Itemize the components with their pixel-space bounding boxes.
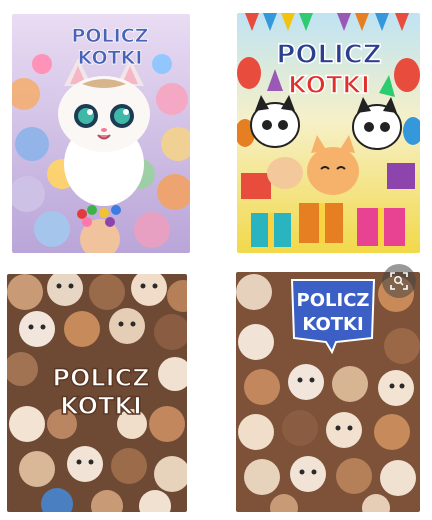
cover-title-line2: KOTKI	[60, 392, 142, 420]
coloring-book-cover-3[interactable]: POLICZ KOTKI	[7, 274, 187, 512]
cover-artwork: POLICZ KOTKI	[236, 272, 420, 512]
main-kitten	[58, 58, 150, 206]
cover-title-line2: KOTKI	[78, 47, 143, 69]
visual-search-icon	[390, 272, 408, 290]
cover-title-line1: POLICZ	[52, 364, 149, 392]
cover-title-line2: KOTKI	[288, 71, 370, 99]
cover-artwork: POLICZ KOTKI	[7, 274, 187, 512]
coloring-book-cover-4[interactable]: POLICZ KOTKI	[236, 272, 420, 512]
cover-artwork: POLICZ KOTKI	[12, 14, 190, 253]
cover-artwork: POLICZ KOTKI	[237, 13, 420, 253]
cover-title-line1: POLICZ	[72, 25, 149, 47]
coloring-book-cover-1[interactable]: POLICZ KOTKI	[12, 14, 190, 253]
cover-title-line1: POLICZ	[276, 40, 381, 70]
coloring-book-cover-2[interactable]: POLICZ KOTKI	[237, 13, 420, 253]
cover-title-line2: KOTKI	[302, 314, 363, 335]
visual-search-button[interactable]	[382, 264, 416, 298]
cover-title-line1: POLICZ	[297, 290, 370, 311]
